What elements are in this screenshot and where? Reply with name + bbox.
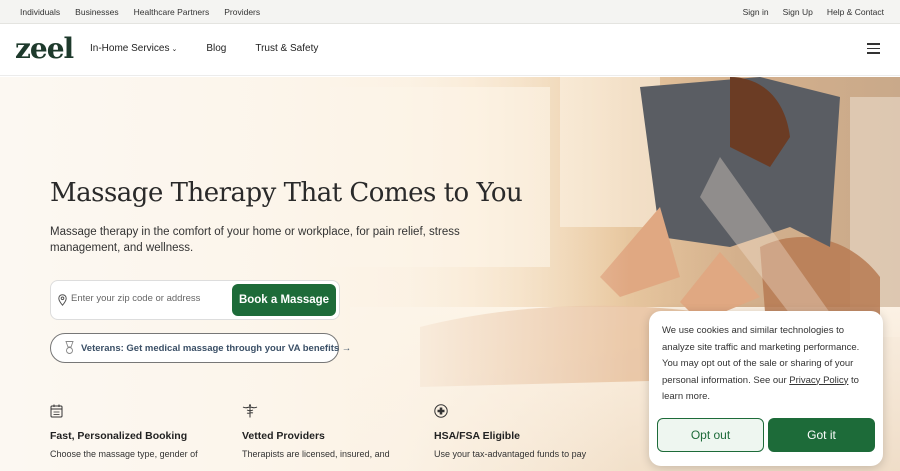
nav-in-home-services[interactable]: In-Home Services ⌄	[90, 43, 177, 54]
audience-links: Individuals Businesses Healthcare Partne…	[20, 7, 260, 17]
feature-title: HSA/FSA Eligible	[434, 430, 520, 442]
hamburger-menu-icon[interactable]	[867, 43, 880, 54]
link-help-contact[interactable]: Help & Contact	[827, 7, 884, 17]
address-search-bar: Book a Massage	[50, 280, 340, 320]
medal-icon	[65, 341, 74, 354]
feature-title: Fast, Personalized Booking	[50, 430, 188, 442]
utility-bar: Individuals Businesses Healthcare Partne…	[0, 0, 900, 24]
chevron-down-icon: ⌄	[171, 46, 178, 53]
nav-links: In-Home Services ⌄ Blog Trust & Safety	[90, 43, 318, 54]
medical-cross-icon	[434, 404, 614, 418]
zip-address-input[interactable]	[71, 293, 231, 304]
account-links: Sign in Sign Up Help & Contact	[743, 7, 884, 17]
feature-description: Therapists are licensed, insured, and	[242, 449, 390, 459]
caduceus-icon	[242, 404, 422, 418]
feature-providers: Vetted Providers Therapists are licensed…	[242, 404, 422, 459]
location-pin-icon	[58, 294, 67, 306]
veterans-label: Veterans: Get medical massage through yo…	[81, 343, 351, 354]
hero-subtitle: Massage therapy in the comfort of your h…	[50, 226, 460, 254]
got-it-button[interactable]: Got it	[768, 418, 875, 452]
link-sign-in[interactable]: Sign in	[743, 7, 769, 17]
zeel-logo[interactable]: zeel	[15, 32, 74, 65]
feature-booking: Fast, Personalized Booking Choose the ma…	[50, 404, 230, 459]
link-providers[interactable]: Providers	[224, 7, 260, 17]
link-individuals[interactable]: Individuals	[20, 7, 60, 17]
feature-title: Vetted Providers	[242, 430, 325, 442]
cookie-message: We use cookies and similar technologies …	[662, 323, 874, 406]
main-nav: zeel In-Home Services ⌄ Blog Trust & Safe…	[0, 24, 900, 76]
arrow-right-icon: →	[341, 343, 352, 354]
calendar-icon	[50, 404, 230, 418]
privacy-policy-link[interactable]: Privacy Policy	[789, 375, 848, 386]
nav-blog[interactable]: Blog	[206, 43, 226, 54]
book-massage-button[interactable]: Book a Massage	[232, 284, 336, 316]
feature-hsa-fsa: HSA/FSA Eligible Use your tax-advantaged…	[434, 404, 614, 459]
nav-trust-safety[interactable]: Trust & Safety	[255, 43, 318, 54]
link-sign-up[interactable]: Sign Up	[783, 7, 813, 17]
nav-in-home-services-label: In-Home Services	[90, 43, 170, 54]
link-businesses[interactable]: Businesses	[75, 7, 118, 17]
hero-title: Massage Therapy That Comes to You	[50, 178, 523, 208]
cookie-consent-banner: We use cookies and similar technologies …	[649, 311, 883, 466]
feature-description: Choose the massage type, gender of	[50, 449, 198, 459]
veterans-benefits-link[interactable]: Veterans: Get medical massage through yo…	[50, 333, 351, 363]
link-healthcare-partners[interactable]: Healthcare Partners	[134, 7, 210, 17]
veterans-text: Veterans: Get medical massage through yo…	[81, 343, 340, 354]
opt-out-button[interactable]: Opt out	[657, 418, 764, 452]
feature-description: Use your tax-advantaged funds to pay	[434, 449, 587, 459]
